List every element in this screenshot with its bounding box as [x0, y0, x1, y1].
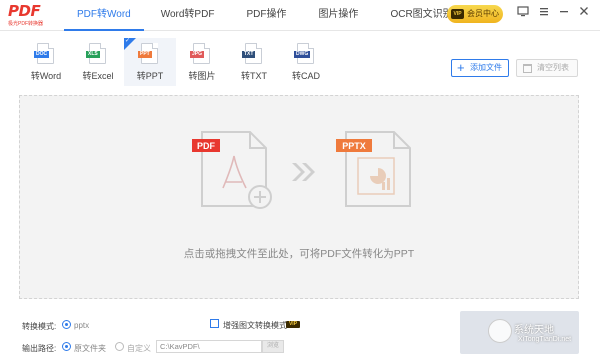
watermark: 系统天地 XiTongTianDi.net	[488, 319, 596, 359]
conversion-tools: DOC 转Word XLS 转Excel ✓ PPT 转PPT JPG 转图片 …	[20, 38, 332, 86]
image-file-icon: JPG	[190, 43, 210, 64]
tool-to-ppt[interactable]: ✓ PPT 转PPT	[124, 38, 176, 86]
output-path-input[interactable]: C:\KavPDF\	[156, 340, 262, 353]
ppt-tag: PPT	[138, 51, 152, 58]
enhance-mode-checkbox[interactable]	[210, 319, 219, 328]
logo-subtitle: 极光PDF转换器	[8, 21, 44, 27]
tool-label: 转TXT	[241, 71, 267, 81]
browse-button[interactable]: 浏览	[262, 340, 284, 353]
enhance-mode-label: 增强图文转换模式	[223, 321, 287, 330]
word-tag: DOC	[34, 51, 50, 58]
tool-to-cad[interactable]: DWG 转CAD	[280, 38, 332, 86]
plus-icon: +	[457, 60, 465, 75]
tab-word-to-pdf[interactable]: Word转PDF	[148, 0, 228, 31]
txt-file-icon: TXT	[242, 43, 262, 64]
vip-center-button[interactable]: VIP 会员中心	[447, 5, 503, 23]
watermark-logo-icon	[488, 319, 512, 343]
pptx-doc-icon: PPTX	[336, 131, 411, 207]
close-icon[interactable]	[578, 5, 590, 17]
convert-arrow-icon	[292, 163, 315, 181]
vip-badge-icon: VIP	[451, 9, 464, 19]
image-tag: JPG	[190, 51, 205, 58]
tool-label: 转图片	[188, 71, 216, 81]
tool-to-image[interactable]: JPG 转图片	[176, 38, 228, 86]
conversion-illustration: PDF PPTX	[192, 131, 411, 209]
tool-label: 转Word	[30, 71, 62, 81]
output-source-label: 原文件夹	[74, 344, 106, 353]
tab-image-operations[interactable]: 图片操作	[305, 0, 371, 31]
format-label: 转换模式:	[22, 322, 57, 331]
minimize-icon[interactable]	[558, 5, 570, 17]
check-icon: ✓	[125, 38, 131, 44]
output-label: 输出路径:	[22, 344, 57, 353]
ppt-file-icon: PPT	[138, 43, 158, 64]
tool-label: 转PPT	[136, 71, 164, 81]
tool-to-txt[interactable]: TXT 转TXT	[228, 38, 280, 86]
word-file-icon: DOC	[34, 43, 54, 64]
tool-label: 转Excel	[82, 71, 114, 81]
top-bar: PDF 极光PDF转换器 PDF转Word Word转PDF PDF操作 图片操…	[0, 0, 600, 31]
add-file-button[interactable]: + 添加文件	[451, 59, 509, 77]
txt-tag: TXT	[242, 51, 256, 58]
drop-hint: 点击或拖拽文件至此处，可将PDF文件转化为PPT	[183, 248, 415, 260]
source-tag: PDF	[197, 141, 216, 151]
menu-icon[interactable]	[538, 5, 550, 17]
pdf-doc-icon: PDF	[192, 131, 272, 209]
tool-to-word[interactable]: DOC 转Word	[20, 38, 72, 86]
main-nav: PDF转Word Word转PDF PDF操作 图片操作 OCR图文识别	[64, 0, 466, 31]
add-file-label: 添加文件	[470, 63, 502, 72]
output-custom-radio[interactable]	[115, 342, 124, 351]
file-drop-zone[interactable]: PDF PPTX 点击或拖拽文件至此处，可将PDF文件转化为PPT	[19, 95, 579, 299]
app-logo: PDF 极光PDF转换器	[8, 2, 52, 28]
target-tag: PPTX	[342, 141, 366, 151]
watermark-line1: 系统天地	[514, 325, 554, 336]
format-pptx-radio[interactable]	[62, 320, 71, 329]
excel-tag: XLS	[86, 51, 100, 58]
vip-center-label: 会员中心	[467, 9, 499, 18]
trash-icon	[523, 64, 532, 73]
cad-tag: DWG	[294, 51, 311, 58]
tool-to-excel[interactable]: XLS 转Excel	[72, 38, 124, 86]
tool-label: 转CAD	[291, 71, 320, 81]
skin-icon[interactable]	[517, 5, 529, 17]
cad-file-icon: DWG	[294, 43, 314, 64]
clear-list-label: 清空列表	[537, 63, 569, 72]
clear-list-button[interactable]: 清空列表	[516, 59, 578, 77]
tab-pdf-to-word[interactable]: PDF转Word	[64, 0, 144, 31]
vip-mini-badge: VIP	[286, 321, 300, 328]
watermark-line2: XiTongTianDi.net	[518, 336, 572, 343]
excel-file-icon: XLS	[86, 43, 106, 64]
logo-text: PDF	[8, 2, 41, 20]
output-custom-label: 自定义	[127, 344, 151, 353]
output-source-radio[interactable]	[62, 342, 71, 351]
tab-pdf-operations[interactable]: PDF操作	[233, 0, 299, 31]
format-pptx-label: pptx	[74, 321, 90, 330]
